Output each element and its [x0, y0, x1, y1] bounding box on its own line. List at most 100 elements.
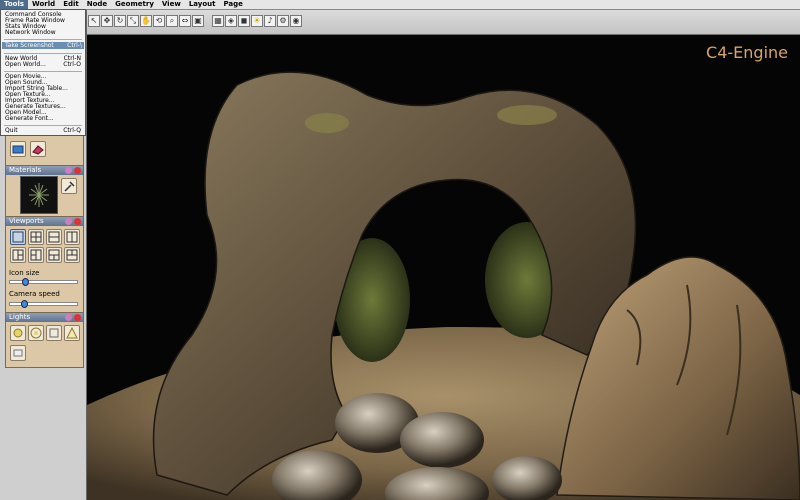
layout-quad-button[interactable] [28, 229, 44, 245]
menu-item-label: Generate Font... [5, 115, 54, 122]
frame-icon[interactable]: ▣ [192, 15, 204, 27]
layout-vertical-button[interactable] [64, 229, 80, 245]
free-camera-icon[interactable]: ✋ [140, 15, 152, 27]
plate-shape-icon [32, 145, 44, 155]
geometry-tool-button[interactable] [10, 141, 26, 157]
menu-separator [4, 71, 82, 72]
materials-panel-header: Materials [6, 166, 83, 175]
menu-item-network-window[interactable]: Network Window [5, 30, 83, 36]
moss-patch [305, 113, 349, 133]
menu-geometry[interactable]: Geometry [111, 0, 158, 9]
menu-page[interactable]: Page [219, 0, 246, 9]
physics-icon[interactable]: ◉ [290, 15, 302, 27]
menu-edit[interactable]: Edit [59, 0, 83, 9]
menu-layout[interactable]: Layout [185, 0, 220, 9]
close-icon[interactable] [74, 167, 81, 174]
menu-item-label: Take Screenshot [5, 42, 54, 49]
tools-menu: Command Console Frame Rate Window Stats … [0, 9, 86, 136]
geometry-tool-button[interactable] [30, 141, 46, 157]
menu-item-open-world[interactable]: Open World... Ctrl-O [5, 62, 83, 68]
toolbar: ↖ ✥ ↻ ⤡ ✋ ⟲ ⌕ ⇔ ▣ ▦ ◈ ◼ ☀ ♪ ⚙ ◉ [86, 10, 800, 35]
zoom-icon[interactable]: ⌕ [166, 15, 178, 27]
horizontal-split-icon [48, 231, 60, 243]
menu-separator [4, 39, 82, 40]
minimize-icon[interactable] [65, 314, 72, 321]
infinite-light-button[interactable] [10, 325, 26, 341]
menu-item-quit[interactable]: Quit Ctrl-Q [5, 128, 83, 134]
menu-item-label: Network Window [5, 29, 56, 36]
wireframe-icon[interactable]: ◈ [225, 15, 237, 27]
light-icon[interactable]: ☀ [251, 15, 263, 27]
layout-three-bottom-button[interactable] [64, 247, 80, 263]
camera-speed-label: Camera speed [9, 290, 60, 298]
menu-view[interactable]: View [158, 0, 185, 9]
scene-viewport[interactable]: C4-Engine [87, 35, 800, 500]
depth-light-icon [13, 349, 23, 357]
layout-three-left-button[interactable] [10, 247, 26, 263]
minimize-icon[interactable] [65, 218, 72, 225]
boulder [400, 412, 484, 468]
move-tool-icon[interactable]: ✥ [101, 15, 113, 27]
minimize-icon[interactable] [65, 167, 72, 174]
foliage-texture-icon [29, 183, 49, 207]
menu-item-generate-font[interactable]: Generate Font... [5, 116, 83, 122]
close-icon[interactable] [74, 314, 81, 321]
materials-panel-title: Materials [9, 166, 42, 174]
menu-item-take-screenshot[interactable]: Take Screenshot Ctrl-\ [2, 42, 84, 49]
menu-world[interactable]: World [28, 0, 59, 9]
lights-panel: Lights [5, 312, 84, 368]
menu-separator [4, 125, 82, 126]
cube-light-button[interactable] [46, 325, 62, 341]
three-view-right-icon [30, 249, 42, 261]
scale-tool-icon[interactable]: ⤡ [127, 15, 139, 27]
three-view-bottom-icon [66, 249, 78, 261]
materials-panel: Materials [5, 165, 84, 217]
camera-speed-slider[interactable] [9, 300, 78, 308]
layout-three-right-button[interactable] [28, 247, 44, 263]
menu-tools[interactable]: Tools [0, 0, 29, 9]
icon-size-slider-knob[interactable] [22, 278, 30, 286]
camera-speed-slider-knob[interactable] [21, 300, 29, 308]
cube-light-icon [49, 328, 59, 338]
single-view-icon [12, 231, 24, 243]
grid-icon[interactable]: ▦ [212, 15, 224, 27]
viewports-panel-title: Viewports [9, 217, 44, 225]
engine-watermark: C4-Engine [706, 43, 788, 62]
menu-item-label: Quit [5, 127, 18, 134]
three-view-top-icon [48, 249, 60, 261]
lights-panel-title: Lights [9, 313, 31, 321]
menu-node[interactable]: Node [83, 0, 111, 9]
box-shape-icon [12, 145, 24, 154]
menu-separator [4, 53, 82, 54]
quad-view-icon [30, 231, 42, 243]
viewports-panel: Viewports Icon size Camera speed [5, 216, 84, 316]
icon-size-label: Icon size [9, 269, 40, 277]
depth-light-button[interactable] [10, 345, 26, 361]
layout-three-top-button[interactable] [46, 247, 62, 263]
rotate-tool-icon[interactable]: ↻ [114, 15, 126, 27]
moss-patch [497, 105, 557, 125]
select-tool-icon[interactable]: ↖ [88, 15, 100, 27]
pan-icon[interactable]: ⇔ [179, 15, 191, 27]
spot-light-button[interactable] [64, 325, 80, 341]
eyedropper-button[interactable] [61, 178, 77, 194]
close-icon[interactable] [74, 218, 81, 225]
layout-single-button[interactable] [10, 229, 26, 245]
menu-item-shortcut: Ctrl-O [63, 61, 81, 68]
material-preview[interactable] [20, 176, 58, 214]
eyedropper-icon [64, 181, 75, 192]
viewports-panel-header: Viewports [6, 217, 83, 226]
sound-icon[interactable]: ♪ [264, 15, 276, 27]
point-light-button[interactable] [28, 325, 44, 341]
icon-size-slider[interactable] [9, 278, 78, 286]
rock-arch-scene [87, 71, 800, 500]
shaded-icon[interactable]: ◼ [238, 15, 250, 27]
menu-item-shortcut: Ctrl-Q [63, 127, 81, 134]
orbit-icon[interactable]: ⟲ [153, 15, 165, 27]
layout-horizontal-button[interactable] [46, 229, 62, 245]
menu-item-shortcut: Ctrl-\ [67, 42, 82, 49]
menu-bar: Tools World Edit Node Geometry View Layo… [0, 0, 800, 10]
settings-icon[interactable]: ⚙ [277, 15, 289, 27]
vertical-split-icon [66, 231, 78, 243]
lights-panel-header: Lights [6, 313, 83, 322]
